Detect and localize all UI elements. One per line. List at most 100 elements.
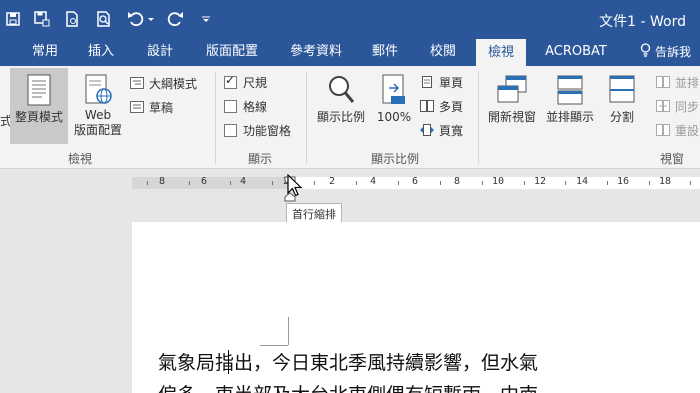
mouse-pointer-icon — [287, 173, 303, 202]
ruler-tick — [524, 181, 525, 185]
zoom-100-icon — [380, 74, 408, 106]
ribbon-view: 式 整頁模式 Web 版面配置 大綱模式 草稿 檢視 ✓ 尺規 格線 功能窗格 … — [0, 66, 700, 169]
tell-me-text: 告訴我 — [655, 45, 692, 59]
ruler-tick — [398, 181, 399, 185]
ruler-number: 4 — [240, 176, 247, 187]
tab-layout[interactable]: 版面配置 — [201, 38, 263, 66]
tab-mailings[interactable]: 郵件 — [366, 38, 404, 66]
gridlines-checkbox[interactable]: 格線 — [224, 96, 267, 116]
outline-button[interactable]: 大綱模式 — [130, 73, 197, 93]
document-line[interactable]: 氣象局指出，今日東北季風持續影響，但水氣 — [158, 348, 538, 375]
tell-me-box[interactable]: 告訴我 — [640, 38, 691, 66]
reset-window-position-button[interactable]: 重設 — [656, 120, 699, 140]
web-layout-label-1: Web — [84, 108, 112, 122]
ruler-tick — [230, 181, 231, 185]
navigation-pane-checkbox[interactable]: 功能窗格 — [224, 120, 291, 140]
tab-acrobat[interactable]: ACROBAT — [540, 38, 612, 66]
customize-icon[interactable] — [198, 8, 214, 30]
draft-icon — [130, 101, 144, 113]
ruler-number: 8 — [159, 176, 166, 187]
synchronous-scrolling-button[interactable]: 同步 — [656, 96, 699, 116]
page-width-button[interactable]: 頁寬 — [420, 120, 463, 140]
tab-insert[interactable]: 插入 — [82, 38, 120, 66]
preview-icon[interactable] — [94, 8, 114, 30]
arrange-all-button[interactable]: 並排顯示 — [542, 68, 598, 144]
ruler-number: 16 — [617, 176, 630, 187]
multiple-pages-button[interactable]: 多頁 — [420, 96, 463, 116]
nav-pane-check-icon — [224, 123, 237, 137]
new-window-icon — [496, 74, 528, 106]
zoom-100-label: 100% — [376, 110, 412, 124]
ribbon-tabs: 常用 插入 設計 版面配置 參考資料 郵件 校閱 檢視 ACROBAT 告訴我 — [0, 38, 700, 66]
views-group-label: 檢視 — [67, 152, 92, 166]
sync-scroll-icon — [656, 100, 670, 112]
ruler-number: 14 — [576, 176, 589, 187]
redo-icon[interactable] — [164, 8, 186, 30]
horizontal-ruler[interactable]: 8 6 4 2 2 4 6 8 10 12 14 16 18 — [0, 169, 700, 202]
ruler-tick — [147, 181, 148, 185]
ruler-number: 18 — [659, 176, 672, 187]
ruler-tick — [356, 181, 357, 185]
tab-review[interactable]: 校閱 — [424, 38, 462, 66]
ruler-number: 12 — [534, 176, 547, 187]
one-page-label: 單頁 — [439, 75, 464, 90]
ruler-tick — [565, 181, 566, 185]
zoom-button[interactable]: 顯示比例 — [312, 68, 370, 144]
save-icon[interactable] — [4, 8, 22, 30]
side-by-side-label: 並排 — [675, 75, 700, 90]
tab-references[interactable]: 參考資料 — [285, 38, 347, 66]
tab-design[interactable]: 設計 — [141, 38, 179, 66]
web-page-icon — [83, 74, 113, 106]
page-width-icon — [420, 124, 434, 136]
outline-label: 大綱模式 — [149, 76, 198, 91]
draft-button[interactable]: 草稿 — [130, 97, 173, 117]
one-page-button[interactable]: 單頁 — [420, 72, 463, 92]
print-layout-button[interactable]: 整頁模式 — [10, 68, 68, 144]
draft-label: 草稿 — [149, 100, 174, 115]
word-window: 文件1 - Word 常用 插入 設計 版面配置 參考資料 郵件 校閱 檢視 A… — [0, 0, 700, 393]
one-page-icon — [420, 76, 434, 88]
new-window-label: 開新視窗 — [487, 110, 536, 124]
tab-view[interactable]: 檢視 — [476, 39, 526, 66]
arrange-all-icon — [555, 74, 585, 106]
multiple-pages-icon — [420, 100, 434, 112]
ruler-label: 尺規 — [243, 75, 268, 90]
ruler-tick — [690, 181, 691, 185]
gridlines-label: 格線 — [243, 99, 268, 114]
ruler-tick — [272, 181, 273, 185]
group-separator — [306, 72, 307, 164]
web-layout-button[interactable]: Web 版面配置 — [70, 68, 126, 144]
ruler-number: 4 — [370, 176, 377, 187]
ruler-number: 8 — [454, 176, 461, 187]
side-by-side-icon — [656, 76, 670, 88]
gridlines-check-icon — [224, 99, 237, 113]
ruler-check-icon — [224, 73, 237, 89]
text-cursor — [228, 350, 229, 374]
document-line[interactable]: 偏多，東半部及大台北東側偶有短暫雨，中南 — [158, 380, 538, 393]
ruler-tick — [482, 181, 483, 185]
magnifier-icon — [326, 74, 356, 106]
show-group-label: 顯示 — [247, 152, 272, 166]
zoom-label: 顯示比例 — [316, 110, 365, 124]
zoom-100-button[interactable]: 100% — [372, 68, 416, 144]
group-separator — [478, 72, 479, 164]
web-layout-label-2: 版面配置 — [73, 123, 122, 137]
save-as-icon[interactable] — [32, 8, 52, 30]
document-title: 文件1 - Word — [599, 14, 686, 30]
print-preview-icon[interactable] — [62, 8, 82, 30]
view-side-by-side-button[interactable]: 並排 — [656, 72, 699, 92]
ruler-tick — [440, 181, 441, 185]
nav-pane-label: 功能窗格 — [243, 123, 292, 138]
page-icon — [25, 74, 53, 106]
new-window-button[interactable]: 開新視窗 — [484, 68, 540, 144]
split-icon — [608, 74, 636, 106]
page-width-label: 頁寬 — [439, 123, 464, 138]
ruler-strip[interactable]: 8 6 4 2 2 4 6 8 10 12 14 16 18 — [132, 176, 700, 189]
lightbulb-icon — [640, 39, 651, 67]
ruler-number: 10 — [492, 176, 505, 187]
ruler-tick — [607, 181, 608, 185]
split-button[interactable]: 分割 — [602, 68, 642, 144]
ruler-checkbox[interactable]: 尺規 — [224, 72, 267, 92]
undo-icon[interactable] — [126, 8, 156, 30]
tab-home[interactable]: 常用 — [26, 38, 64, 66]
